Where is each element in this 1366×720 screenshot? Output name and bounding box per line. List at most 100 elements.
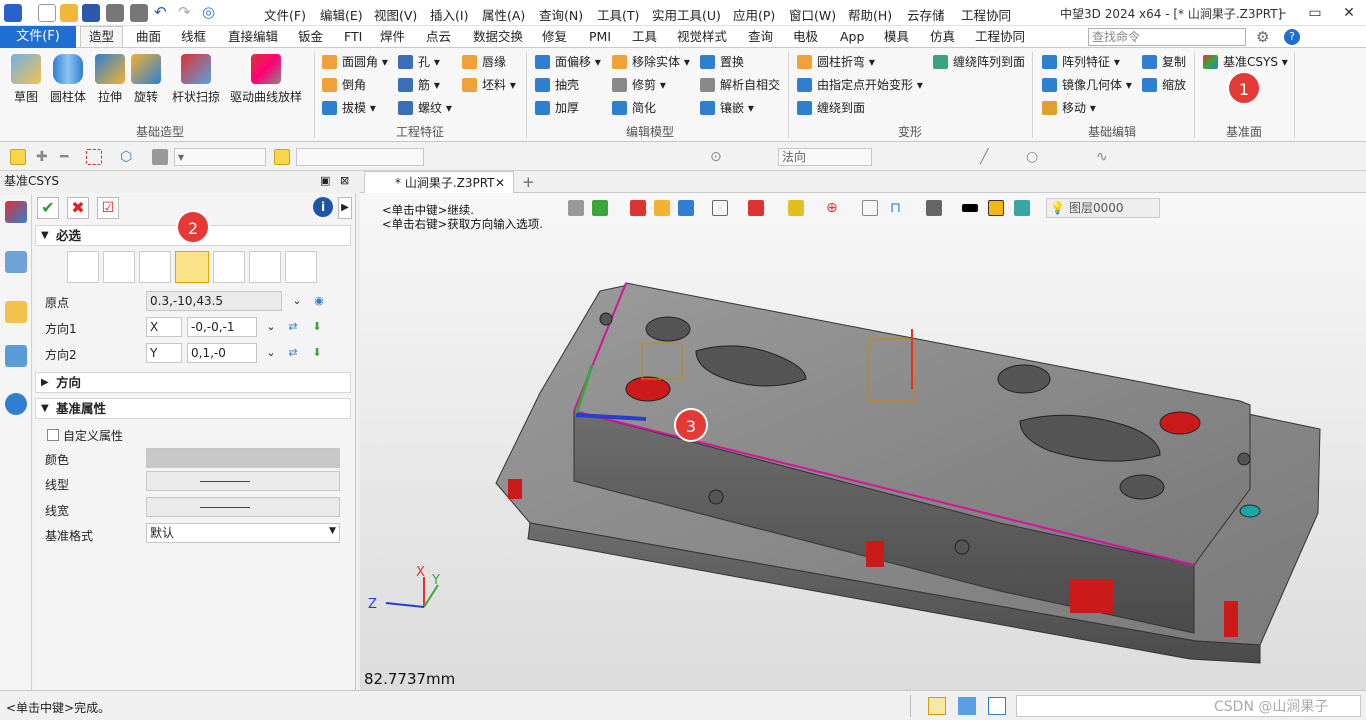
face-offset-button[interactable]: 面偏移 ▾	[535, 52, 601, 72]
tab-query[interactable]: 查询	[748, 28, 773, 46]
datum-format-select[interactable]: 默认	[146, 523, 340, 543]
revolve-button[interactable]: 旋转	[126, 54, 166, 105]
section-datum-properties[interactable]: ▼ 基准属性	[35, 398, 351, 419]
origin-expand-icon[interactable]: ⌄	[289, 293, 305, 309]
filter-icon[interactable]	[152, 149, 168, 165]
direction1-vector-field[interactable]: -0,-0,-1	[187, 317, 257, 337]
custom-props-checkbox[interactable]	[47, 429, 59, 441]
print-preview-icon[interactable]	[130, 4, 148, 22]
tab-data-exchange[interactable]: 数据交换	[473, 28, 523, 46]
tab-mold[interactable]: 模具	[884, 28, 909, 46]
tab-wireframe[interactable]: 线框	[181, 28, 206, 46]
history-tree-icon[interactable]	[5, 251, 27, 273]
pick-icon[interactable]	[274, 149, 290, 165]
wrap-pattern-to-face-button[interactable]: 缠绕阵列到面	[933, 52, 1025, 72]
new-file-icon[interactable]	[38, 4, 56, 22]
scale-button[interactable]: 缩放	[1142, 75, 1186, 95]
direction2-flip-icon[interactable]: ⇄	[285, 345, 301, 361]
tab-pointcloud[interactable]: 点云	[426, 28, 451, 46]
direction2-axis-select[interactable]: Y	[146, 343, 182, 363]
normal-filter-combo[interactable]: 法向	[778, 148, 872, 166]
info-icon[interactable]: i	[313, 197, 333, 217]
blank-button[interactable]: 坯料 ▾	[462, 75, 516, 95]
menu-attribute[interactable]: 属性(A)	[482, 5, 525, 24]
thread-button[interactable]: 螺纹 ▾	[398, 98, 452, 118]
color-field[interactable]	[146, 448, 340, 468]
direction2-vector-field[interactable]: 0,1,-0	[187, 343, 257, 363]
deform-from-point-button[interactable]: 由指定点开始变形 ▾	[797, 75, 923, 95]
extrude-button[interactable]: 拉伸	[90, 54, 130, 105]
tab-sheetmetal[interactable]: 钣金	[298, 28, 323, 46]
menu-window[interactable]: 窗口(W)	[789, 5, 836, 24]
rod-sweep-button[interactable]: 杆状扫掠	[170, 54, 222, 105]
remove-solid-button[interactable]: 移除实体 ▾	[612, 52, 690, 72]
menu-edit[interactable]: 编辑(E)	[320, 5, 363, 24]
redo-icon[interactable]: ↷	[178, 4, 196, 22]
polygon-select-icon[interactable]: ⬡	[120, 149, 136, 165]
select-arrow-icon[interactable]	[10, 149, 26, 165]
copy-button[interactable]: 复制	[1142, 52, 1186, 72]
box-select-icon[interactable]	[86, 149, 102, 165]
part-view-icon[interactable]	[5, 301, 27, 323]
trim-button[interactable]: 修剪 ▾	[612, 75, 666, 95]
point-icon[interactable]: ⊙	[710, 149, 726, 165]
image-icon[interactable]	[5, 345, 27, 367]
simplify-button[interactable]: 简化	[612, 98, 656, 118]
menu-help[interactable]: 帮助(H)	[848, 5, 892, 24]
pattern-feature-button[interactable]: 阵列特征 ▾	[1042, 52, 1120, 72]
menu-cloud[interactable]: 云存储	[907, 5, 945, 24]
tab-document[interactable]: * 山涧果子.Z3PRT ✕	[364, 171, 514, 193]
inlay-button[interactable]: 镶嵌 ▾	[700, 98, 754, 118]
linetype-select[interactable]	[146, 471, 340, 491]
plus-icon[interactable]: ✚	[36, 149, 52, 165]
chamfer-button[interactable]: 倒角	[322, 75, 366, 95]
tab-pmi[interactable]: PMI	[589, 28, 611, 46]
sketch-button[interactable]: 草图	[6, 54, 46, 105]
csys-on-curve-icon[interactable]	[285, 251, 317, 283]
tab-surface[interactable]: 曲面	[136, 28, 161, 46]
replace-button[interactable]: 置换	[700, 52, 744, 72]
csys-from-view-icon[interactable]	[249, 251, 281, 283]
cancel-icon-button[interactable]: ✖	[67, 197, 89, 219]
command-search-input[interactable]: 查找命令	[1088, 28, 1246, 46]
status-list-icon[interactable]	[988, 697, 1006, 715]
apply-button[interactable]: ☑	[97, 197, 119, 219]
curve-icon[interactable]: ∿	[1096, 149, 1112, 165]
pick-combo[interactable]	[296, 148, 424, 166]
csys-three-points-icon[interactable]	[103, 251, 135, 283]
minimize-button[interactable]: –	[1268, 2, 1298, 24]
tab-fti[interactable]: FTI	[344, 28, 362, 46]
filter-combo[interactable]: ▾	[174, 148, 266, 166]
wrap-to-face-button[interactable]: 缠绕到面	[797, 98, 865, 118]
drive-curve-loft-button[interactable]: 驱动曲线放样	[228, 54, 304, 105]
user-icon[interactable]	[5, 393, 27, 415]
tab-weldment[interactable]: 焊件	[380, 28, 405, 46]
menu-collab[interactable]: 工程协同	[961, 5, 1011, 24]
direction1-flip-icon[interactable]: ⇄	[285, 319, 301, 335]
mirror-geometry-button[interactable]: 镜像几何体 ▾	[1042, 75, 1132, 95]
shell-button[interactable]: 抽壳	[535, 75, 579, 95]
direction2-pick-icon[interactable]: ⬇	[309, 345, 325, 361]
cylinder-button[interactable]: 圆柱体	[48, 54, 88, 105]
status-monitor-icon[interactable]	[958, 697, 976, 715]
tab-direct-edit[interactable]: 直接编辑	[228, 28, 278, 46]
csys-on-face-icon[interactable]	[213, 251, 245, 283]
new-tab-icon[interactable]: +	[522, 173, 535, 191]
csys-icon[interactable]	[5, 201, 27, 223]
direction2-expand-icon[interactable]: ⌄	[263, 345, 279, 361]
3d-viewport[interactable]: <单击中键>继续. <单击右键>获取方向输入选项. ⊕ ⊓ 💡 图层0000 X…	[360, 193, 1366, 690]
lip-button[interactable]: 唇缘	[462, 52, 506, 72]
settings-gear-icon[interactable]: ⚙	[1256, 28, 1269, 46]
minus-icon[interactable]: ━	[60, 149, 76, 165]
file-tab[interactable]: 文件(F)	[0, 26, 76, 48]
linewidth-select[interactable]	[146, 497, 340, 517]
circle-icon[interactable]: ○	[1026, 149, 1042, 165]
print-icon[interactable]	[106, 4, 124, 22]
tab-collab[interactable]: 工程协同	[975, 28, 1025, 46]
datum-csys-button[interactable]: 基准CSYS ▾	[1203, 52, 1288, 72]
menu-view[interactable]: 视图(V)	[374, 5, 417, 24]
tab-repair[interactable]: 修复	[542, 28, 567, 46]
menu-tools[interactable]: 工具(T)	[597, 5, 639, 24]
face-fillet-button[interactable]: 面圆角 ▾	[322, 52, 388, 72]
tab-app[interactable]: App	[840, 28, 864, 46]
